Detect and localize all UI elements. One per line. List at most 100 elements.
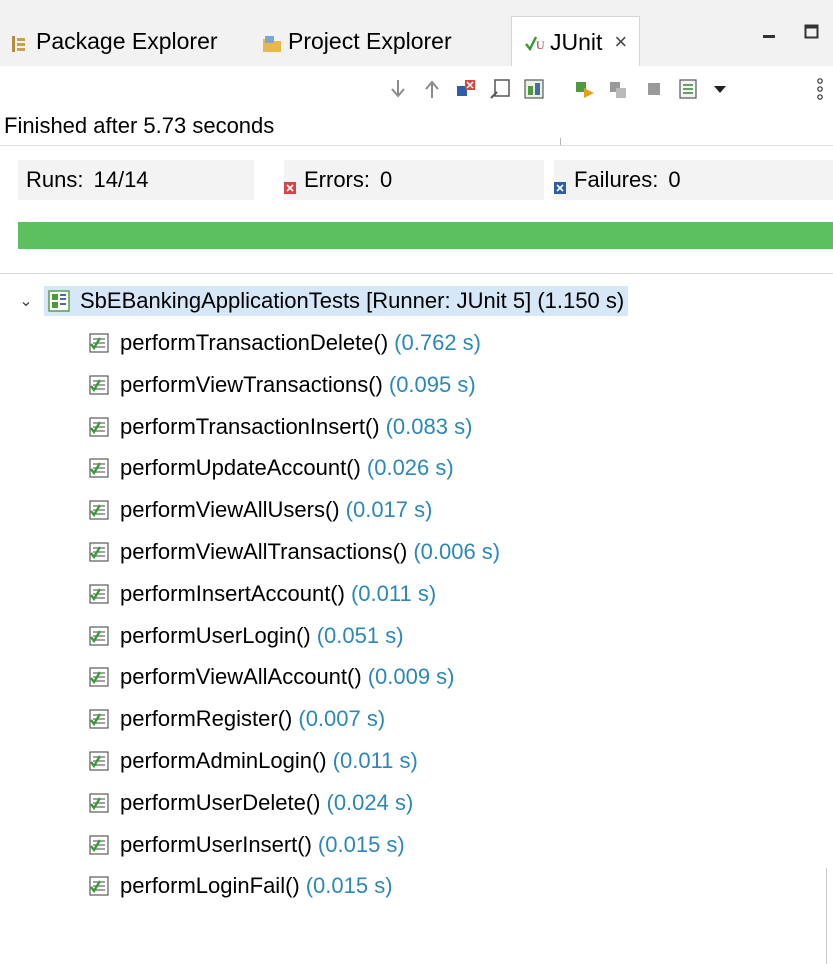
test-name: performUpdateAccount() <box>120 455 361 481</box>
test-row[interactable]: performViewAllTransactions() (0.006 s) <box>88 533 500 571</box>
test-passed-icon <box>88 875 110 897</box>
test-row[interactable]: performRegister() (0.007 s) <box>88 700 385 738</box>
tab-junit[interactable]: U JUnit × <box>511 16 641 67</box>
test-name: performLoginFail() <box>120 873 300 899</box>
junit-toolbar <box>0 66 833 168</box>
tab-project-explorer[interactable]: Project Explorer <box>262 16 452 66</box>
test-run-history-icon[interactable] <box>676 76 700 102</box>
counter-panel: Runs: 14/14 Errors: 0 Failures: 0 <box>0 145 833 266</box>
failure-icon <box>554 174 566 194</box>
test-name: performAdminLogin() <box>120 748 327 773</box>
test-time: (0.011 s) <box>350 580 437 606</box>
tab-label: JUnit <box>550 28 603 55</box>
close-icon[interactable]: × <box>614 29 627 55</box>
errors-label: Errors: <box>304 167 370 192</box>
test-passed-icon <box>88 416 110 438</box>
test-name: performViewAllTransactions() <box>120 539 408 564</box>
test-name: performViewTransactions() <box>120 371 383 397</box>
test-time: (0.007 s) <box>298 706 386 732</box>
tab-package-explorer[interactable]: Package Explorer <box>10 16 218 66</box>
test-time: (0.011 s) <box>332 748 418 773</box>
scrollbar-edge <box>826 868 827 964</box>
test-time: (0.095 s) <box>388 371 476 397</box>
failures-value: 0 <box>668 167 681 192</box>
test-name: performUserInsert() <box>120 831 312 857</box>
test-passed-icon <box>88 834 110 856</box>
package-explorer-icon <box>10 32 28 52</box>
test-name: performUserLogin() <box>120 622 311 648</box>
show-failures-only-icon[interactable] <box>454 76 478 102</box>
project-explorer-icon <box>262 32 281 52</box>
test-passed-icon <box>88 792 110 814</box>
test-name: performRegister() <box>120 706 293 732</box>
test-row[interactable]: performUserInsert() (0.015 s) <box>88 826 405 864</box>
tab-label: Project Explorer <box>288 27 452 54</box>
test-progress-bar <box>18 222 833 249</box>
failures-label: Failures: <box>574 167 659 192</box>
test-row[interactable]: performAdminLogin() (0.011 s) <box>88 742 418 780</box>
failures-counter: Failures: 0 <box>554 160 833 200</box>
minimize-icon[interactable] <box>762 30 778 48</box>
next-failure-icon[interactable] <box>386 76 410 102</box>
root-label: SbEBankingApplicationTests [Runner: JUni… <box>80 288 625 313</box>
test-time: (0.009 s) <box>367 664 455 690</box>
test-row[interactable]: performInsertAccount() (0.011 s) <box>88 575 436 613</box>
test-row[interactable]: performViewTransactions() (0.095 s) <box>88 366 476 404</box>
more-options-icon[interactable] <box>808 76 832 102</box>
test-row[interactable]: performViewAllAccount() (0.009 s) <box>88 658 455 696</box>
test-passed-icon <box>88 457 110 479</box>
stop-run-icon[interactable] <box>642 76 666 102</box>
maximize-icon[interactable] <box>804 24 820 45</box>
view-menu-icon[interactable] <box>708 76 732 102</box>
test-row[interactable]: performViewAllUsers() (0.017 s) <box>88 491 432 529</box>
test-time: (0.006 s) <box>413 539 501 564</box>
test-name: performInsertAccount() <box>120 580 345 606</box>
runs-value: 14/14 <box>93 167 149 192</box>
tab-label: Package Explorer <box>36 27 218 54</box>
test-time: (0.026 s) <box>366 455 454 481</box>
show-skipped-icon[interactable] <box>522 76 546 102</box>
test-time: (0.024 s) <box>326 789 414 815</box>
test-row[interactable]: performUpdateAccount() (0.026 s) <box>88 449 454 487</box>
svg-text:U: U <box>536 38 545 52</box>
view-tab-bar: Package Explorer Project Explorer U JUni… <box>0 0 833 67</box>
errors-counter: Errors: 0 <box>284 160 544 200</box>
test-passed-icon <box>88 583 110 605</box>
root-selection: SbEBankingApplicationTests [Runner: JUni… <box>44 286 629 316</box>
test-time: (0.017 s) <box>345 497 433 523</box>
test-passed-icon <box>88 708 110 730</box>
test-passed-icon <box>88 625 110 647</box>
test-name: performViewAllAccount() <box>120 664 362 690</box>
test-time: (0.015 s) <box>305 873 393 899</box>
error-icon <box>284 174 296 194</box>
errors-value: 0 <box>380 167 393 192</box>
panel-divider <box>0 273 833 274</box>
test-passed-icon <box>88 750 110 772</box>
test-suite-icon <box>48 290 70 312</box>
test-row[interactable]: performTransactionInsert() (0.083 s) <box>88 408 472 446</box>
runs-label: Runs: <box>26 167 84 192</box>
test-passed-icon <box>88 332 110 354</box>
test-passed-icon <box>88 374 110 396</box>
test-time: (0.083 s) <box>385 413 473 439</box>
previous-failure-icon[interactable] <box>420 76 444 102</box>
test-row[interactable]: performUserLogin() (0.051 s) <box>88 617 404 655</box>
test-time: (0.762 s) <box>394 330 481 355</box>
test-row[interactable]: performLoginFail() (0.015 s) <box>88 867 393 905</box>
test-row[interactable]: performTransactionDelete() (0.762 s) <box>88 324 481 362</box>
test-name: performTransactionDelete() <box>120 330 389 355</box>
chevron-down-icon[interactable]: ⌄ <box>18 291 34 311</box>
runs-counter: Runs: 14/14 <box>18 160 254 200</box>
rerun-failures-first-icon[interactable] <box>608 76 632 102</box>
junit-icon: U <box>524 33 545 52</box>
test-passed-icon <box>88 666 110 688</box>
rerun-test-icon[interactable] <box>574 76 598 102</box>
test-row[interactable]: performUserDelete() (0.024 s) <box>88 784 413 822</box>
test-passed-icon <box>88 499 110 521</box>
tree-root-row[interactable]: ⌄ SbEBankingApplicationTests [Runner: JU… <box>18 282 629 320</box>
run-status-text: Finished after 5.73 seconds <box>4 113 275 138</box>
test-time: (0.015 s) <box>317 831 405 857</box>
scroll-lock-icon[interactable] <box>488 76 512 102</box>
test-name: performUserDelete() <box>120 789 321 815</box>
test-time: (0.051 s) <box>316 622 404 648</box>
